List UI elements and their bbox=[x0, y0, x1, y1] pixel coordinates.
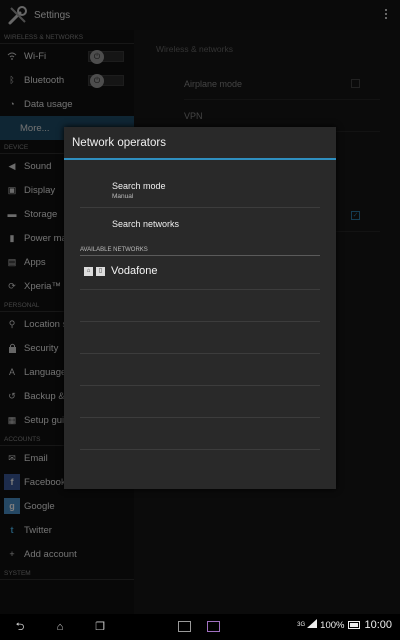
small-app-icon[interactable] bbox=[178, 621, 191, 632]
status-area: 3G 100% 10:00 bbox=[297, 619, 392, 631]
divider bbox=[80, 321, 320, 322]
divider bbox=[80, 449, 320, 450]
search-mode-label: Search mode bbox=[112, 181, 166, 191]
search-mode-option[interactable]: Search mode Manual bbox=[112, 181, 320, 200]
network-name: Vodafone bbox=[111, 265, 158, 277]
network-operators-dialog: Network operators Search mode Manual Sea… bbox=[64, 127, 336, 489]
home-icon[interactable]: ⌂ bbox=[52, 620, 68, 634]
divider bbox=[80, 385, 320, 386]
network-type-icon: ▯ bbox=[96, 266, 105, 276]
battery-percent: 100% bbox=[320, 619, 345, 631]
network-type: 3G bbox=[297, 622, 306, 628]
recent-apps-icon[interactable]: ❐ bbox=[92, 620, 108, 634]
signal-icon bbox=[307, 619, 318, 631]
back-icon[interactable]: ⮌ bbox=[12, 620, 28, 634]
dialog-title: Network operators bbox=[64, 127, 336, 160]
search-networks-option[interactable]: Search networks bbox=[112, 219, 320, 229]
battery-icon bbox=[348, 621, 361, 629]
clock: 10:00 bbox=[364, 619, 392, 631]
available-networks-header: AVAILABLE NETWORKS bbox=[80, 247, 320, 256]
system-bar: ⮌ ⌂ ❐ 3G 100% 10:00 bbox=[0, 614, 400, 640]
divider bbox=[80, 353, 320, 354]
network-item-vodafone[interactable]: ⌂ ▯ Vodafone bbox=[84, 265, 158, 277]
divider bbox=[80, 289, 320, 290]
divider bbox=[80, 207, 320, 208]
divider bbox=[80, 417, 320, 418]
search-networks-label: Search networks bbox=[112, 219, 180, 229]
home-network-icon: ⌂ bbox=[84, 266, 93, 276]
search-mode-value: Manual bbox=[112, 193, 134, 200]
small-app-icon-2[interactable] bbox=[207, 621, 220, 632]
